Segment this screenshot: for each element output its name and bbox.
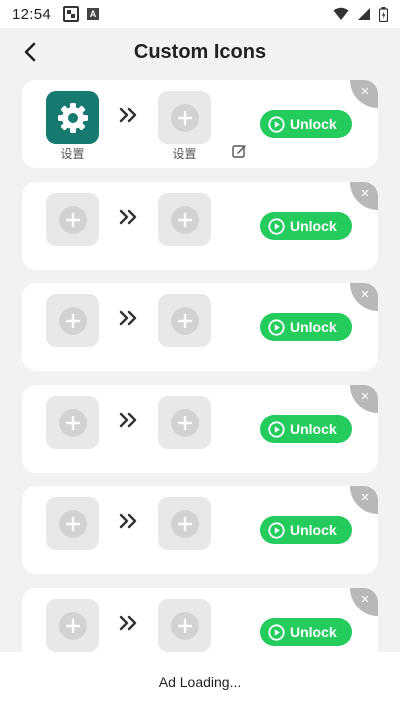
- target-icon-picker[interactable]: [158, 91, 211, 144]
- plus-icon: [170, 205, 199, 234]
- ad-banner[interactable]: Ad Loading...: [0, 652, 400, 712]
- qr-code-icon: [63, 6, 80, 22]
- a-notification-icon: A: [87, 8, 100, 20]
- source-app-icon[interactable]: [46, 91, 99, 144]
- plus-icon: [58, 408, 87, 437]
- source-icon-picker[interactable]: [46, 294, 99, 347]
- double-chevron-right-icon: [119, 412, 137, 428]
- icon-pair-card: Unlock ✕: [22, 486, 378, 574]
- icon-pair-card: Unlock ✕: [22, 182, 378, 270]
- play-circle-icon: [268, 318, 285, 336]
- plus-icon: [58, 306, 87, 335]
- source-icon-picker[interactable]: [46, 599, 99, 652]
- settings-gear-icon: [57, 102, 88, 133]
- target-icon-picker[interactable]: [158, 396, 211, 449]
- icon-pair-card: 设置 设置 Unlock ✕: [22, 80, 378, 168]
- icon-pair-card: Unlock ✕: [22, 283, 378, 371]
- target-icon-picker[interactable]: [158, 497, 211, 550]
- unlock-button[interactable]: Unlock: [260, 212, 352, 240]
- close-icon: ✕: [360, 85, 370, 98]
- unlock-label: Unlock: [290, 116, 337, 132]
- icon-pair-card: Unlock ✕: [22, 588, 378, 652]
- close-icon: ✕: [360, 593, 370, 606]
- wifi-icon: [333, 7, 349, 20]
- unlock-label: Unlock: [290, 522, 337, 538]
- target-app-label: 设置: [172, 147, 197, 161]
- play-circle-icon: [268, 521, 285, 539]
- unlock-button[interactable]: Unlock: [260, 313, 352, 341]
- page-title: Custom Icons: [133, 40, 267, 63]
- unlock-label: Unlock: [290, 624, 337, 640]
- close-icon: ✕: [360, 491, 370, 504]
- close-icon: ✕: [360, 288, 370, 301]
- plus-icon: [170, 611, 199, 640]
- double-chevron-right-icon: [119, 615, 137, 631]
- chevron-left-icon: [24, 42, 36, 62]
- plus-icon: [58, 205, 87, 234]
- source-icon-picker[interactable]: [46, 497, 99, 550]
- edit-icon[interactable]: [232, 144, 247, 159]
- plus-icon: [170, 509, 199, 538]
- battery-icon: [379, 6, 388, 22]
- play-circle-icon: [268, 623, 285, 641]
- remove-card-button[interactable]: ✕: [350, 385, 378, 413]
- play-circle-icon: [268, 115, 285, 133]
- plus-icon: [170, 408, 199, 437]
- source-icon-picker[interactable]: [46, 396, 99, 449]
- double-chevron-right-icon: [119, 310, 137, 326]
- target-icon-picker[interactable]: [158, 193, 211, 246]
- remove-card-button[interactable]: ✕: [350, 588, 378, 616]
- remove-card-button[interactable]: ✕: [350, 283, 378, 311]
- icon-pair-list[interactable]: 设置 设置 Unlock ✕ Unlock ✕ Unlock ✕ Unlock …: [0, 78, 400, 652]
- source-app-label: 设置: [60, 147, 85, 161]
- close-icon: ✕: [360, 390, 370, 403]
- target-icon-picker[interactable]: [158, 599, 211, 652]
- target-icon-picker[interactable]: [158, 294, 211, 347]
- double-chevron-right-icon: [119, 209, 137, 225]
- close-icon: ✕: [360, 187, 370, 200]
- unlock-button[interactable]: Unlock: [260, 516, 352, 544]
- plus-icon: [170, 103, 199, 132]
- back-button[interactable]: [16, 38, 44, 66]
- custom-icons-screen: 12:54 A Custom Icons 设置 设置 Unlock ✕ Unlo…: [0, 0, 400, 712]
- remove-card-button[interactable]: ✕: [350, 80, 378, 108]
- double-chevron-right-icon: [119, 107, 137, 123]
- play-circle-icon: [268, 217, 285, 235]
- unlock-button[interactable]: Unlock: [260, 110, 352, 138]
- plus-icon: [58, 509, 87, 538]
- remove-card-button[interactable]: ✕: [350, 182, 378, 210]
- plus-icon: [58, 611, 87, 640]
- icon-pair-card: Unlock ✕: [22, 385, 378, 473]
- remove-card-button[interactable]: ✕: [350, 486, 378, 514]
- unlock-button[interactable]: Unlock: [260, 415, 352, 443]
- source-icon-picker[interactable]: [46, 193, 99, 246]
- unlock-button[interactable]: Unlock: [260, 618, 352, 646]
- status-bar: 12:54 A: [0, 0, 400, 28]
- unlock-label: Unlock: [290, 319, 337, 335]
- status-time: 12:54: [12, 5, 52, 23]
- double-chevron-right-icon: [119, 513, 137, 529]
- app-header: Custom Icons: [0, 28, 400, 76]
- play-circle-icon: [268, 420, 285, 438]
- signal-icon: [358, 8, 370, 20]
- unlock-label: Unlock: [290, 218, 337, 234]
- ad-loading-text: Ad Loading...: [158, 674, 242, 690]
- unlock-label: Unlock: [290, 421, 337, 437]
- plus-icon: [170, 306, 199, 335]
